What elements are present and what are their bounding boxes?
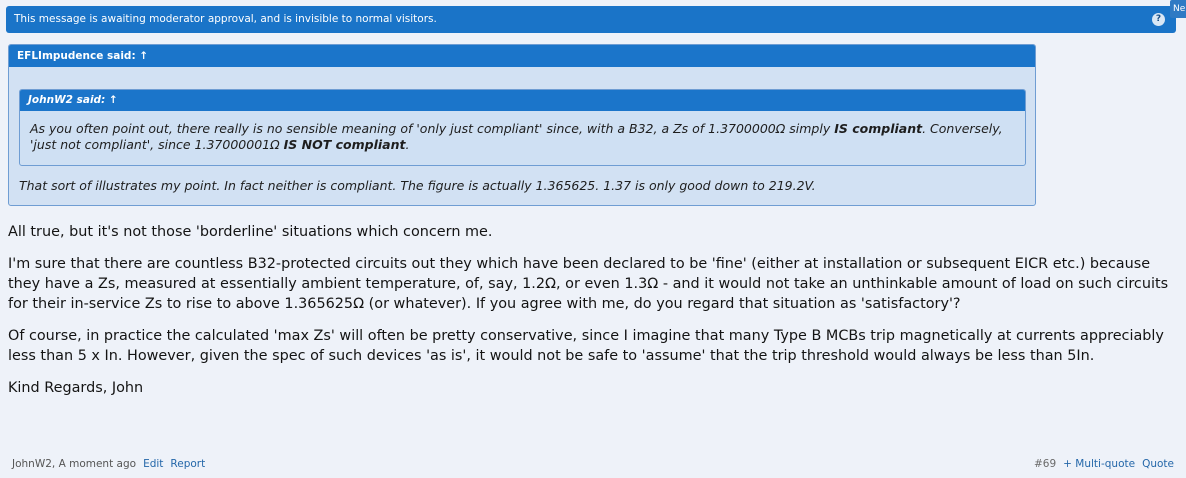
inner-quote-bold-b: IS NOT compliant (283, 136, 406, 152)
inner-quote-text: As you often point out, there really is … (20, 111, 1025, 152)
inner-quote-text-a: As you often point out, there really is … (30, 121, 835, 136)
inner-quote: JohnW2 said: ↑ As you often point out, t… (19, 89, 1026, 166)
inner-quote-text-c: . (405, 136, 410, 152)
edit-link[interactable]: Edit (143, 458, 163, 470)
report-link[interactable]: Report (170, 458, 205, 470)
post-footer-left: JohnW2, A moment ago Edit Report (12, 458, 205, 470)
post-footer: JohnW2, A moment ago Edit Report #69 + Mult… (12, 458, 1174, 472)
outer-quote-author[interactable]: EFLImpudence said: ↑ (9, 45, 1035, 67)
outer-quote-text: That sort of illustrates my point. In fa… (19, 178, 816, 193)
post-paragraph: All true, but it's not those 'borderline… (8, 224, 493, 240)
inner-quote-bold-a: IS compliant (834, 121, 923, 136)
moderation-notice-bar: This message is awaiting moderator appro… (6, 6, 1176, 33)
multi-quote-link[interactable]: + Multi-quote (1063, 458, 1135, 470)
post-paragraph: I'm sure that there are countless B32-pr… (8, 256, 1169, 312)
new-tab-button[interactable]: Ne (1170, 0, 1186, 18)
post-author-time[interactable]: JohnW2, A moment ago (12, 458, 136, 470)
help-icon[interactable]: ? (1152, 13, 1165, 26)
post-number[interactable]: #69 (1034, 458, 1056, 470)
post-paragraph: Of course, in practice the calculated 'm… (8, 328, 1164, 364)
post-body: All true, but it's not those 'borderline… (8, 222, 1180, 410)
outer-quote: EFLImpudence said: ↑ JohnW2 said: ↑ As y… (8, 44, 1036, 206)
post-footer-right: #69 + Multi-quote Quote (1034, 458, 1174, 470)
inner-quote-author[interactable]: JohnW2 said: ↑ (20, 90, 1025, 111)
quote-link[interactable]: Quote (1142, 458, 1174, 470)
moderation-notice-text: This message is awaiting moderator appro… (14, 13, 437, 25)
post-paragraph: Kind Regards, John (8, 380, 144, 396)
